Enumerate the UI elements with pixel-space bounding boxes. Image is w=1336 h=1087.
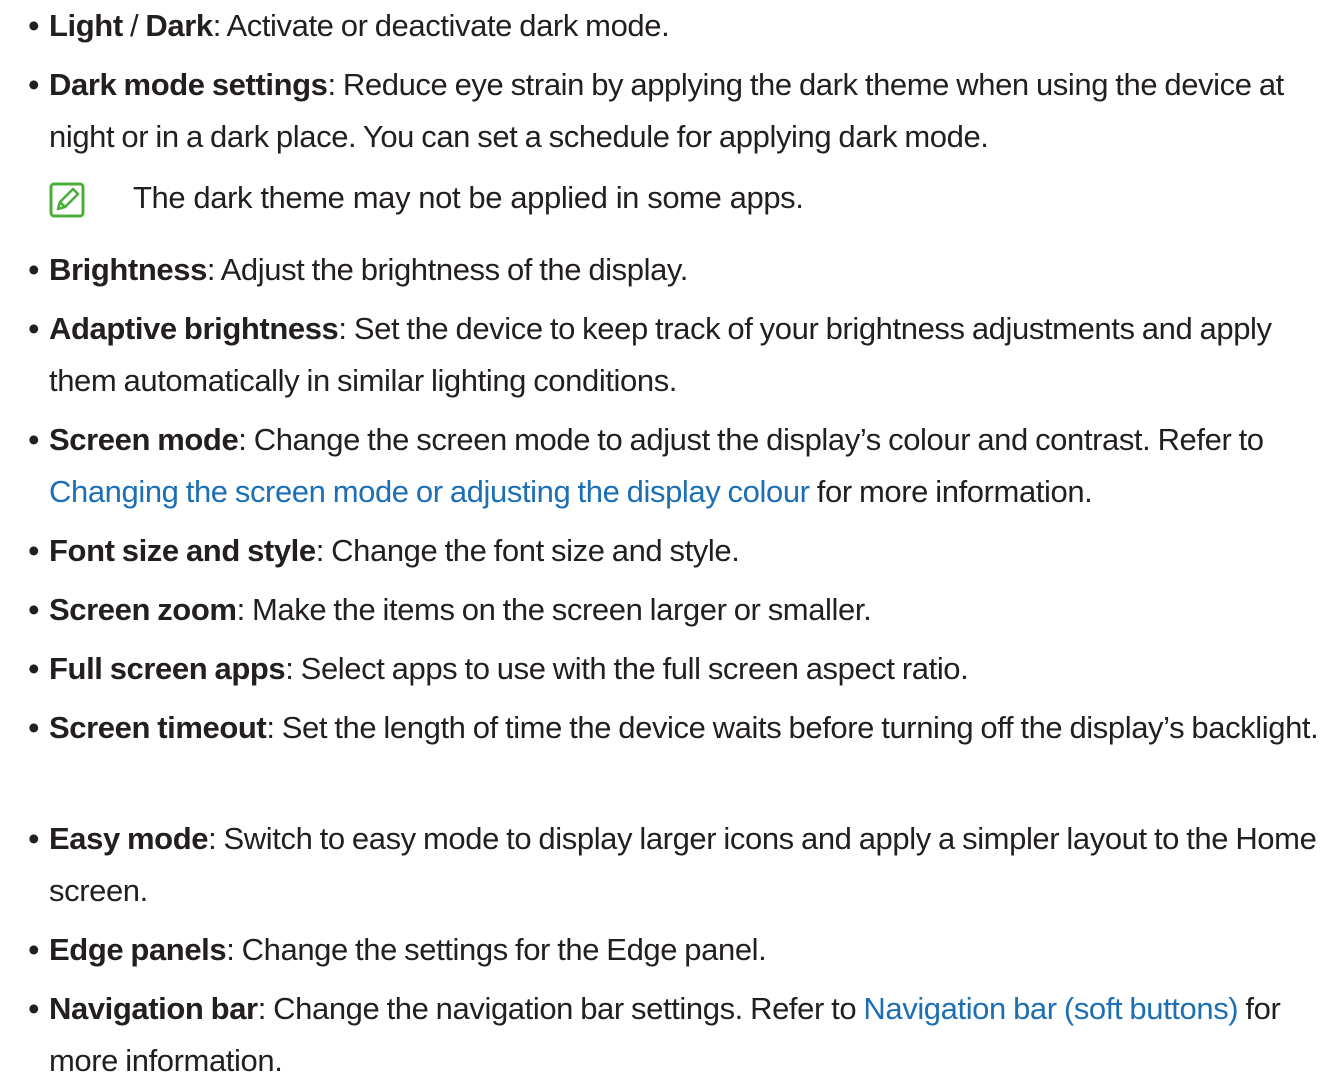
- bullet: •: [28, 7, 40, 44]
- bullet: •: [28, 251, 40, 288]
- bullet: •: [28, 66, 40, 103]
- list-item-text: Screen timeout: Set the length of time t…: [49, 702, 1329, 754]
- term-light: Light: [49, 8, 123, 43]
- list-item-text: Screen zoom: Make the items on the scree…: [49, 584, 1329, 636]
- list-item-text: Dark mode settings: Reduce eye strain by…: [49, 59, 1329, 163]
- term: Font size and style: [49, 533, 316, 568]
- term: Screen mode: [49, 422, 239, 457]
- term-description: : Activate or deactivate dark mode.: [212, 8, 670, 43]
- term-description: : Change the navigation bar settings. Re…: [257, 991, 864, 1026]
- term-description: : Change the settings for the Edge panel…: [226, 932, 767, 967]
- list-item-text: Brightness: Adjust the brightness of the…: [49, 244, 1329, 296]
- bullet: •: [28, 650, 40, 687]
- list-item-text: Light / Dark: Activate or deactivate dar…: [49, 0, 1329, 52]
- term: Dark mode settings: [49, 67, 328, 102]
- term-description: : Make the items on the screen larger or…: [236, 592, 872, 627]
- list-item-text: Adaptive brightness: Set the device to k…: [49, 303, 1329, 407]
- list-item-text: Screen mode: Change the screen mode to a…: [49, 414, 1329, 518]
- term: Brightness: [49, 252, 207, 287]
- term-separator: /: [122, 8, 146, 43]
- list-item-text: Easy mode: Switch to easy mode to displa…: [49, 813, 1329, 917]
- bullet: •: [28, 709, 40, 746]
- bullet: •: [28, 421, 40, 458]
- list-item-text: Edge panels: Change the settings for the…: [49, 924, 1329, 976]
- bullet: •: [28, 310, 40, 347]
- term-dark: Dark: [145, 8, 213, 43]
- bullet: •: [28, 931, 40, 968]
- note-pencil-icon: [49, 182, 85, 218]
- term-description-after: for more information.: [809, 474, 1093, 509]
- list-item-text: Navigation bar: Change the navigation ba…: [49, 983, 1329, 1087]
- term-description: : Adjust the brightness of the display.: [206, 252, 688, 287]
- term: Easy mode: [49, 821, 209, 856]
- term: Screen timeout: [49, 710, 267, 745]
- bullet: •: [28, 591, 40, 628]
- term-description: : Switch to easy mode to display larger …: [49, 821, 1317, 908]
- bullet: •: [28, 820, 40, 857]
- term-description: : Change the screen mode to adjust the d…: [238, 422, 1264, 457]
- link-navigation-bar[interactable]: Navigation bar (soft buttons): [863, 991, 1238, 1026]
- term: Edge panels: [49, 932, 227, 967]
- term-description: : Select apps to use with the full scree…: [285, 651, 969, 686]
- document-page: • Light / Dark: Activate or deactivate d…: [0, 0, 1336, 1078]
- term: Adaptive brightness: [49, 311, 339, 346]
- note-text: The dark theme may not be applied in som…: [133, 180, 804, 215]
- link-screen-mode[interactable]: Changing the screen mode or adjusting th…: [49, 474, 810, 509]
- list-item-text: Font size and style: Change the font siz…: [49, 525, 1329, 577]
- term-description: : Set the length of time the device wait…: [266, 710, 1319, 745]
- term: Screen zoom: [49, 592, 237, 627]
- list-item-text: Full screen apps: Select apps to use wit…: [49, 643, 1329, 695]
- bullet: •: [28, 532, 40, 569]
- bullet: •: [28, 990, 40, 1027]
- term: Full screen apps: [49, 651, 286, 686]
- term-description: : Change the font size and style.: [315, 533, 740, 568]
- term: Navigation bar: [49, 991, 258, 1026]
